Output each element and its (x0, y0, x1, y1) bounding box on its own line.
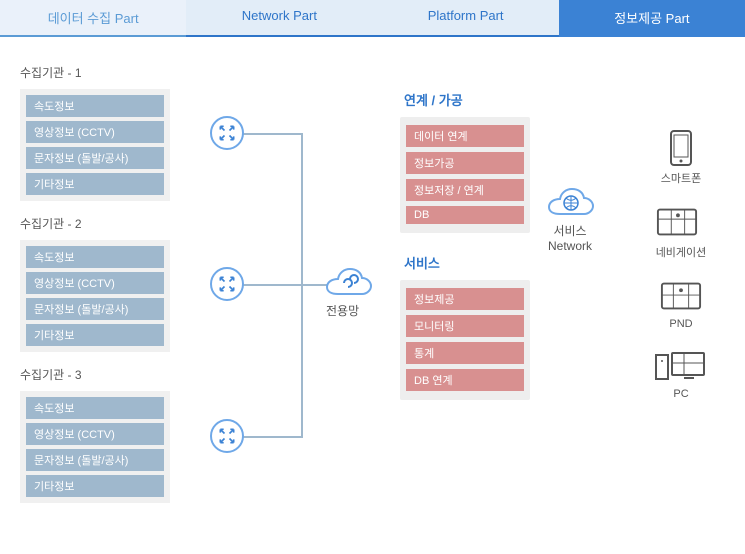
collection-column: 수집기관 - 1 속도정보 영상정보 (CCTV) 문자정보 (돌발/공사) 기… (0, 40, 186, 554)
collection-group-title: 수집기관 - 1 (20, 64, 176, 81)
dedicated-network-label: 전용망 (326, 302, 359, 319)
platform-column: 연계 / 가공 데이터 연계 정보가공 정보저장 / 연계 DB 서비스 정보제… (372, 40, 558, 554)
collection-group-box: 속도정보 영상정보 (CCTV) 문자정보 (돌발/공사) 기타정보 (20, 240, 170, 352)
platform-item: 정보가공 (406, 152, 524, 174)
platform-item: 정보저장 / 연계 (406, 179, 524, 201)
service-network-label: 서비스Network (548, 222, 592, 253)
collection-item: 영상정보 (CCTV) (26, 423, 164, 445)
device-label: 네비게이션 (656, 244, 707, 260)
platform-item: 정보제공 (406, 288, 524, 310)
connector-line (241, 284, 303, 286)
connector-line (241, 436, 303, 438)
connector-line (241, 133, 303, 135)
device-label: PND (660, 318, 702, 330)
header-info-provide: 정보제공 Part (559, 0, 745, 37)
collection-item: 문자정보 (돌발/공사) (26, 298, 164, 320)
linkage-box: 데이터 연계 정보가공 정보저장 / 연계 DB (400, 117, 530, 233)
network-node-icon (210, 267, 244, 301)
network-node-icon (210, 116, 244, 150)
device-pnd: PND (660, 278, 702, 330)
platform-item: 모니터링 (406, 315, 524, 337)
service-box: 정보제공 모니터링 통계 DB 연계 (400, 280, 530, 400)
network-column: 전용망 (186, 40, 372, 554)
platform-item: 통계 (406, 342, 524, 364)
platform-item: DB 연계 (406, 369, 524, 391)
dedicated-network-cloud-icon (324, 266, 374, 300)
platform-item: 데이터 연계 (406, 125, 524, 147)
collection-group-box: 속도정보 영상정보 (CCTV) 문자정보 (돌발/공사) 기타정보 (20, 89, 170, 201)
collection-item: 속도정보 (26, 95, 164, 117)
linkage-title: 연계 / 가공 (404, 90, 558, 109)
device-label: PC (654, 388, 708, 400)
device-smartphone: 스마트폰 (660, 130, 702, 186)
devices-column: 서비스Network 스마트폰 네비게이션 PND (558, 40, 744, 554)
collection-item: 속도정보 (26, 246, 164, 268)
device-label: 스마트폰 (660, 170, 702, 186)
collection-item: 문자정보 (돌발/공사) (26, 449, 164, 471)
service-network-cloud-icon (546, 186, 596, 220)
collection-item: 영상정보 (CCTV) (26, 121, 164, 143)
header-network: Network Part (186, 0, 372, 37)
device-pc: PC (654, 348, 708, 400)
header-platform: Platform Part (373, 0, 559, 37)
collection-group-title: 수집기관 - 3 (20, 366, 176, 383)
collection-group-box: 속도정보 영상정보 (CCTV) 문자정보 (돌발/공사) 기타정보 (20, 391, 170, 503)
collection-group-title: 수집기관 - 2 (20, 215, 176, 232)
platform-item: DB (406, 206, 524, 224)
collection-item: 기타정보 (26, 173, 164, 195)
smartphone-icon (660, 130, 702, 166)
network-node-icon (210, 419, 244, 453)
header-data-collection: 데이터 수집 Part (0, 0, 186, 37)
collection-item: 문자정보 (돌발/공사) (26, 147, 164, 169)
collection-item: 영상정보 (CCTV) (26, 272, 164, 294)
navigation-icon (656, 204, 698, 240)
service-title: 서비스 (404, 253, 558, 272)
collection-item: 기타정보 (26, 475, 164, 497)
header-row: 데이터 수집 Part Network Part Platform Part 정… (0, 0, 745, 37)
collection-item: 속도정보 (26, 397, 164, 419)
device-navigation: 네비게이션 (656, 204, 707, 260)
pc-icon (654, 348, 708, 384)
collection-item: 기타정보 (26, 324, 164, 346)
pnd-icon (660, 278, 702, 314)
